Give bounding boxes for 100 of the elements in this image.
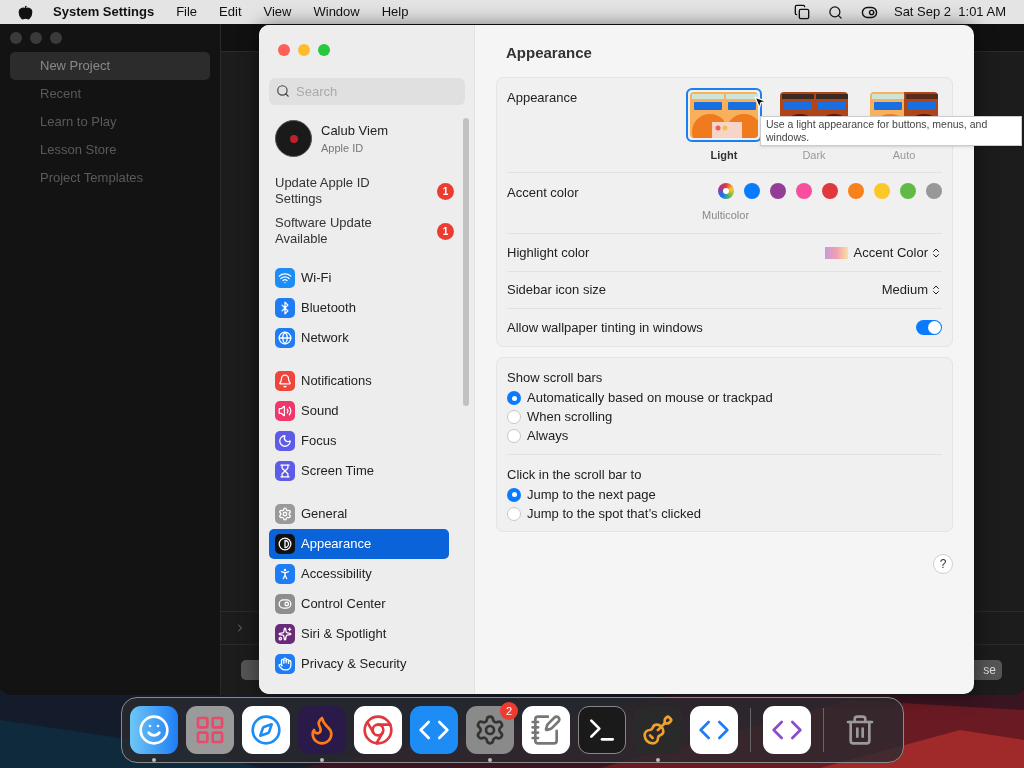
speaker-icon xyxy=(275,401,295,421)
sidebar-item[interactable]: Appearance xyxy=(269,529,449,559)
color-swatch[interactable] xyxy=(796,182,812,199)
setting-label: Appearance xyxy=(507,89,578,107)
sidebar-item[interactable]: General xyxy=(269,499,449,529)
hand-icon xyxy=(275,654,295,674)
windows-icon[interactable] xyxy=(793,4,810,20)
count-badge: 1 xyxy=(437,182,454,200)
sidebar-item[interactable]: Screen Time xyxy=(269,456,449,486)
sidebar-item[interactable]: Notifications xyxy=(269,366,449,396)
bell-icon xyxy=(275,371,295,391)
radio-label: Always xyxy=(527,427,569,446)
sidebar-item[interactable]: Sound xyxy=(269,396,449,426)
sidebar-item[interactable]: Bluetooth xyxy=(269,293,449,323)
compass-icon[interactable] xyxy=(242,706,290,754)
toggle-icon xyxy=(275,594,295,614)
apple-icon[interactable] xyxy=(18,4,33,20)
menu-item[interactable]: Edit xyxy=(219,2,242,22)
footer-button[interactable]: se xyxy=(974,660,1002,680)
count-badge: 1 xyxy=(437,222,454,240)
radio-label: Jump to the next page xyxy=(527,485,656,504)
color-preview xyxy=(824,246,848,259)
accessibility-icon xyxy=(275,564,295,584)
color-swatch[interactable] xyxy=(926,182,942,199)
multicolor-swatch[interactable] xyxy=(718,182,734,199)
tooltip: Use a light appearance for buttons, menus, and windows. xyxy=(760,116,1022,146)
radio-button[interactable] xyxy=(507,487,521,502)
clock[interactable]: Sat Sep 2 1:01 AM xyxy=(893,2,1006,22)
bluetooth-icon xyxy=(275,298,295,318)
notepad-icon[interactable] xyxy=(522,706,570,754)
code-icon[interactable] xyxy=(690,706,738,754)
icon-size-select[interactable]: Medium xyxy=(881,280,942,300)
radio-button[interactable] xyxy=(507,429,521,443)
theme-label: Dark xyxy=(802,148,826,163)
theme-preview xyxy=(690,92,758,138)
updown-chevron-icon xyxy=(930,246,942,259)
gear-icon xyxy=(275,504,295,524)
sidebar-item[interactable]: Accessibility xyxy=(269,559,449,589)
updown-chevron-icon xyxy=(930,284,942,296)
setting-label: Allow wallpaper tinting in windows xyxy=(507,318,703,337)
group-label: Show scroll bars xyxy=(507,369,604,387)
terminal-icon[interactable] xyxy=(578,706,626,754)
menu-item[interactable]: Help xyxy=(381,2,409,22)
color-swatch[interactable] xyxy=(822,182,838,199)
selected-color-name: Multicolor xyxy=(702,207,751,223)
chrome-icon[interactable] xyxy=(354,706,402,754)
color-swatch[interactable] xyxy=(744,182,760,199)
app-grid-icon[interactable] xyxy=(186,706,234,754)
setting-label: Accent color xyxy=(507,183,579,202)
menu-item[interactable]: View xyxy=(263,2,292,22)
search-icon xyxy=(276,84,290,98)
menu-item[interactable]: Window xyxy=(313,2,360,22)
sidebar-item[interactable]: Privacy & Security xyxy=(269,649,449,679)
theme-label: Auto xyxy=(892,148,916,163)
sidebar-item[interactable]: Network xyxy=(269,323,449,353)
globe-icon xyxy=(275,328,295,348)
wifi-icon xyxy=(275,268,295,288)
code-icon[interactable] xyxy=(763,706,811,754)
theme-label: Light xyxy=(710,148,738,163)
highlight-select[interactable]: Accent Color xyxy=(853,242,942,263)
account-name[interactable]: Calub Viem xyxy=(321,120,388,140)
sidebar-item[interactable]: Wi-Fi xyxy=(269,263,449,293)
notice-link[interactable]: Software Update Available xyxy=(275,215,405,247)
contrast-icon xyxy=(275,534,295,554)
setting-label: Highlight color xyxy=(507,243,590,262)
color-swatch[interactable] xyxy=(770,182,786,199)
close-button[interactable] xyxy=(278,44,290,56)
avatar[interactable] xyxy=(275,120,312,157)
page-title: Appearance xyxy=(505,43,593,63)
radio-label: Jump to the spot that’s clicked xyxy=(527,504,701,523)
setting-label: Sidebar icon size xyxy=(507,281,606,300)
search-icon[interactable] xyxy=(827,4,843,20)
radio-label: Automatically based on mouse or trackpad xyxy=(527,389,773,408)
scrollbar-thumb[interactable] xyxy=(463,118,469,406)
radio-button[interactable] xyxy=(507,410,521,424)
flame-icon[interactable] xyxy=(298,706,346,754)
notification-badge: 2 xyxy=(500,702,518,720)
gear-icon[interactable] xyxy=(466,706,514,754)
moon-icon xyxy=(275,431,295,451)
sidebar-item[interactable]: Control Center xyxy=(269,589,449,619)
radio-label: When scrolling xyxy=(527,408,613,427)
help-button[interactable]: ? xyxy=(933,554,953,574)
color-swatch[interactable] xyxy=(848,182,864,199)
account-subtitle: Apple ID xyxy=(321,141,365,156)
color-swatch[interactable] xyxy=(900,182,916,199)
smiling-face-icon[interactable] xyxy=(130,706,178,754)
app-menu[interactable]: System Settings xyxy=(53,2,155,22)
sidebar-item[interactable]: Focus xyxy=(269,426,449,456)
cursor-icon xyxy=(753,95,767,109)
menu-item[interactable]: File xyxy=(176,2,198,22)
sidebar-item[interactable]: New Project xyxy=(10,52,210,80)
sparkle-icon xyxy=(275,624,295,644)
group-label: Click in the scroll bar to xyxy=(507,465,643,484)
color-swatch[interactable] xyxy=(874,182,890,199)
radio-button[interactable] xyxy=(507,391,521,405)
sidebar-item[interactable]: Siri & Spotlight xyxy=(269,619,449,649)
toggle-switch[interactable] xyxy=(916,320,942,335)
notice-link[interactable]: Update Apple ID Settings xyxy=(275,175,405,207)
guitar-icon[interactable] xyxy=(634,706,682,754)
radio-button[interactable] xyxy=(507,506,521,521)
